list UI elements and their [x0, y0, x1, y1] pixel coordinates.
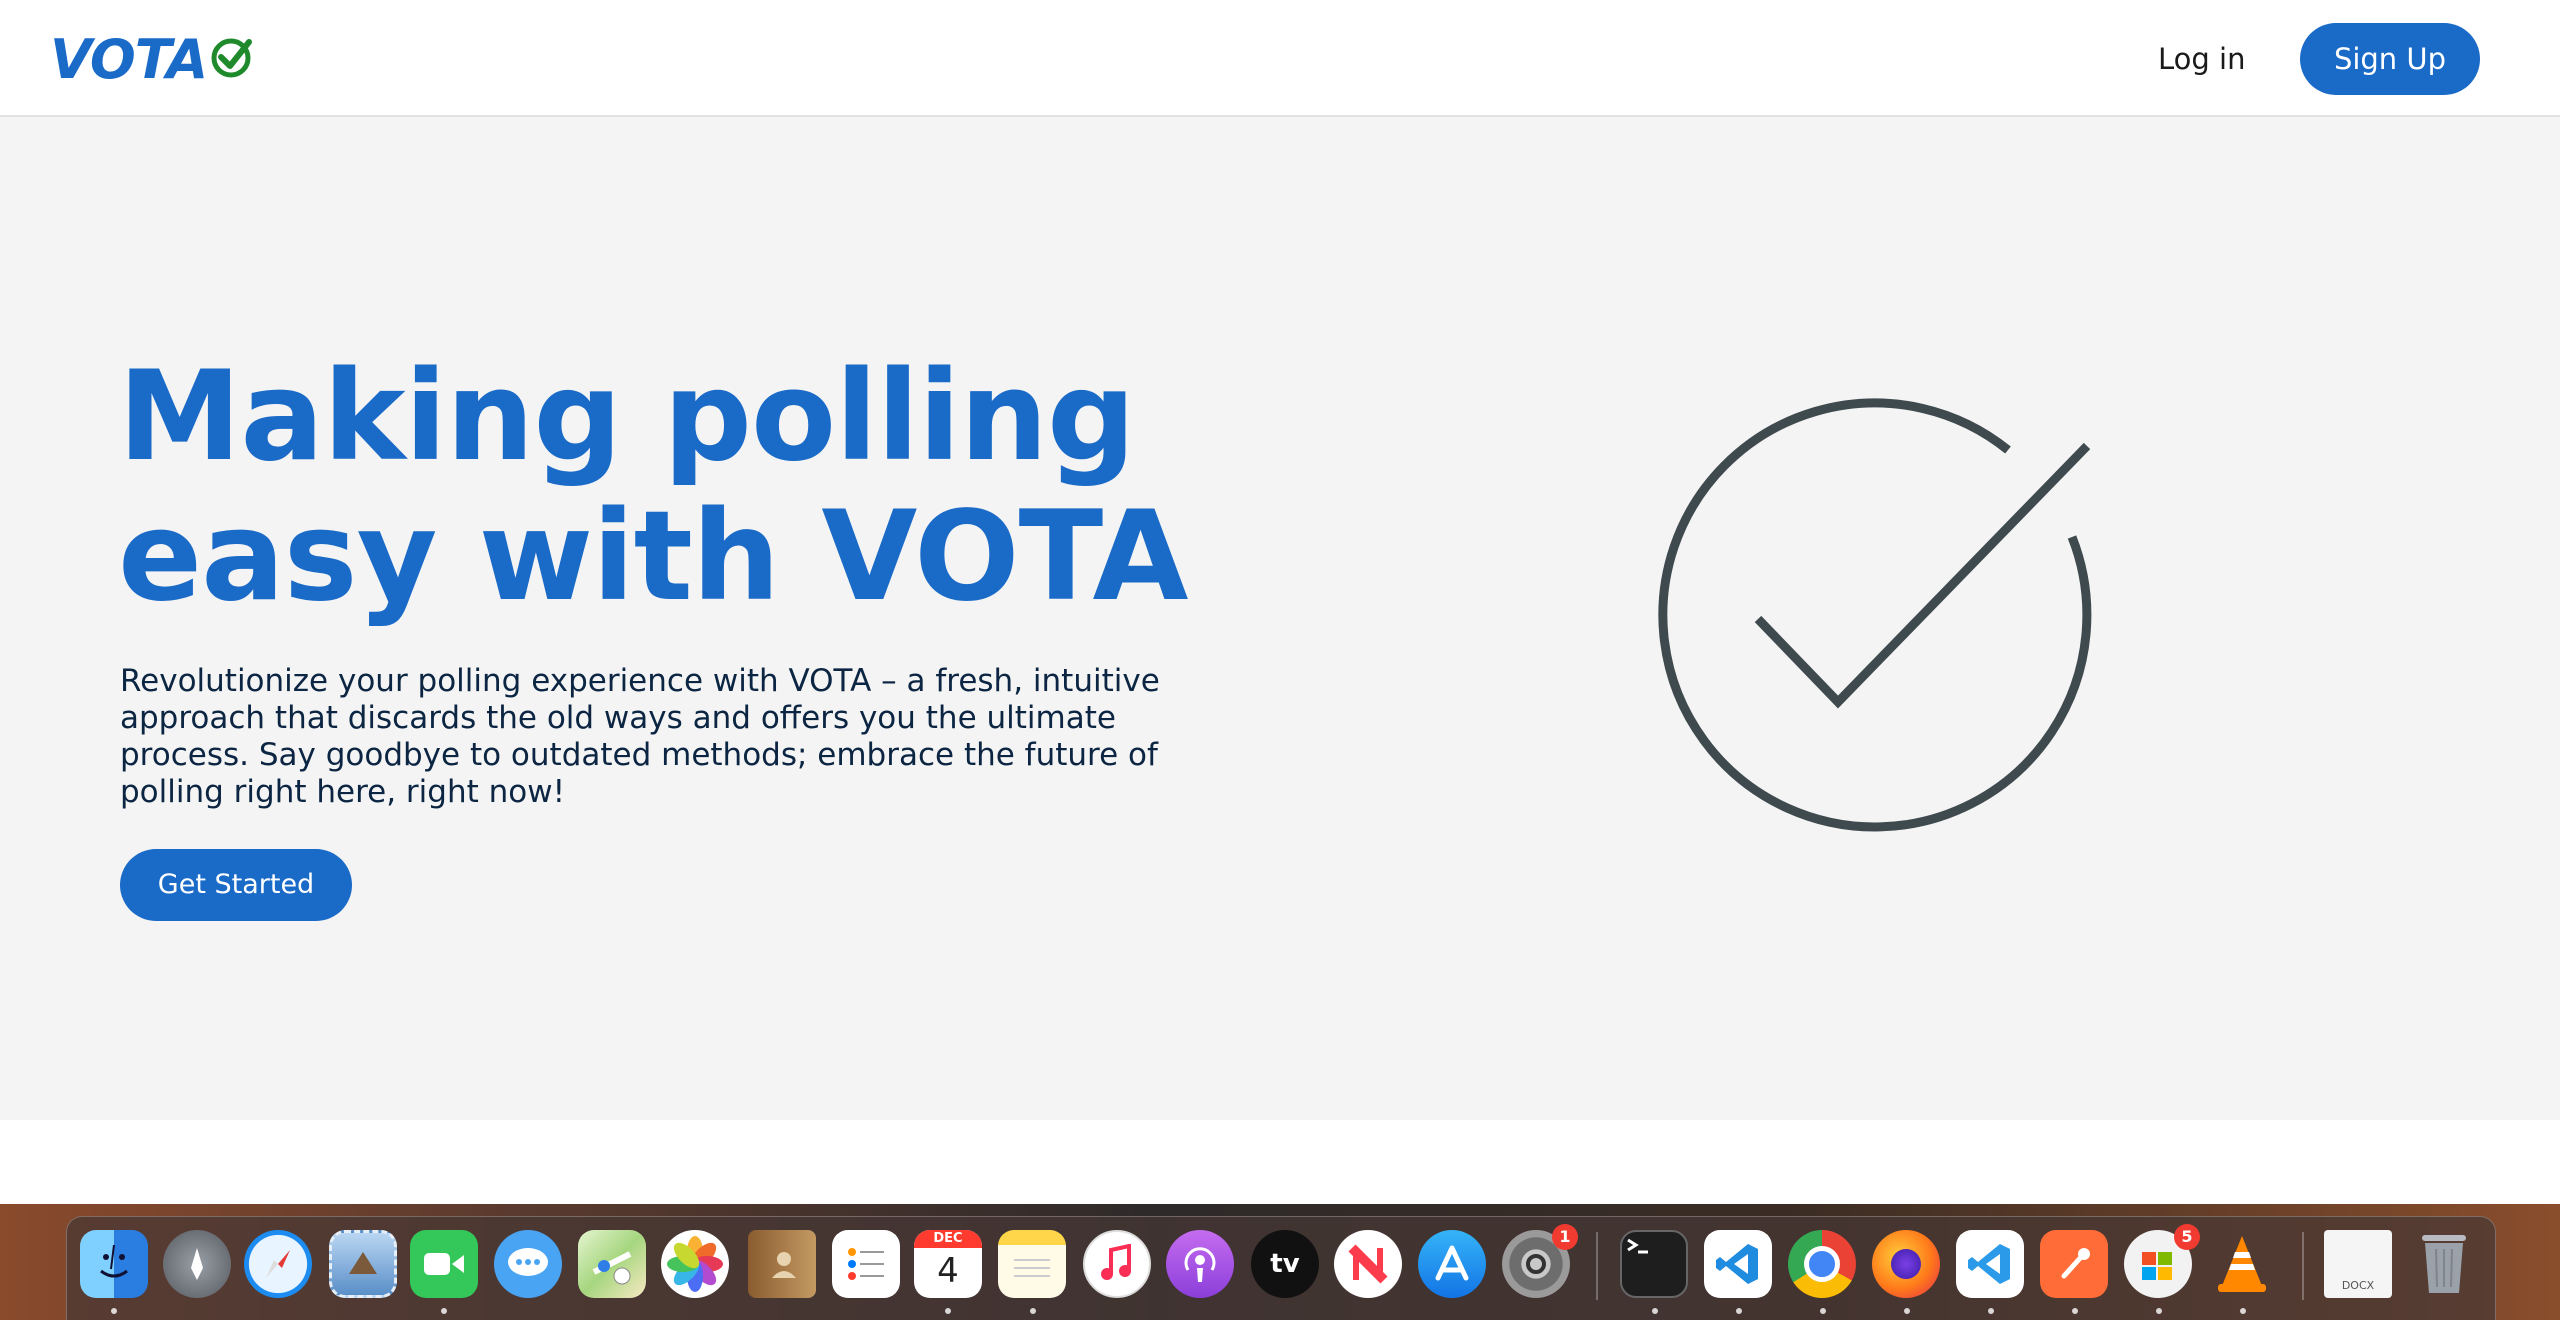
- signup-button[interactable]: Sign Up: [2300, 23, 2480, 95]
- checkmark-circle-illustration: [1658, 398, 2092, 832]
- postman-icon[interactable]: [2040, 1230, 2108, 1298]
- calendar-icon[interactable]: DEC 4: [914, 1230, 982, 1298]
- vscode-insiders-running-dot: [1988, 1308, 1994, 1314]
- microsoft-store-icon[interactable]: 5: [2124, 1224, 2200, 1298]
- dock-separator: [1596, 1232, 1598, 1300]
- logo-text: VOTA: [50, 28, 208, 91]
- vlc-running-dot: [2240, 1308, 2246, 1314]
- document-preview-icon[interactable]: DOCX: [2324, 1230, 2392, 1298]
- facetime-running-dot: [441, 1308, 447, 1314]
- site-header: VOTA Log in Sign Up: [0, 0, 2560, 117]
- notes-icon[interactable]: [998, 1230, 1066, 1298]
- vscode-running-dot: [1736, 1308, 1742, 1314]
- calendar-running-dot: [945, 1308, 951, 1314]
- vlc-icon[interactable]: [2208, 1230, 2276, 1298]
- maps-icon[interactable]: [578, 1230, 646, 1298]
- microsoft-store-badge: 5: [2174, 1224, 2200, 1250]
- news-icon[interactable]: [1334, 1230, 1402, 1298]
- terminal-running-dot: [1652, 1308, 1658, 1314]
- launchpad-icon[interactable]: [163, 1230, 231, 1298]
- finder-running-dot: [111, 1308, 117, 1314]
- calendar-day: 4: [937, 1251, 959, 1291]
- notes-running-dot: [1030, 1308, 1036, 1314]
- reminders-icon[interactable]: [832, 1230, 900, 1298]
- podcasts-icon[interactable]: [1166, 1230, 1234, 1298]
- safari-icon[interactable]: [244, 1230, 312, 1298]
- docx-label: DOCX: [2341, 1279, 2375, 1292]
- firefox-globe: [1891, 1249, 1921, 1279]
- hero-title-line-2: easy with VOTA: [118, 485, 1188, 629]
- facetime-icon[interactable]: [410, 1230, 478, 1298]
- trash-icon[interactable]: [2410, 1230, 2478, 1298]
- contacts-icon[interactable]: [748, 1230, 816, 1298]
- vota-logo[interactable]: VOTA: [50, 30, 255, 90]
- hero-title-line-1: Making polling: [118, 345, 1136, 489]
- system-settings-icon[interactable]: 1: [1502, 1224, 1578, 1298]
- apple-tv-icon[interactable]: tv: [1251, 1230, 1319, 1298]
- checkmark-circle-icon: [211, 38, 253, 78]
- firefox-running-dot: [1904, 1308, 1910, 1314]
- microsoft-store-running-dot: [2156, 1308, 2162, 1314]
- page-bottom-strip: [0, 1120, 2560, 1204]
- get-started-button[interactable]: Get Started: [120, 849, 352, 921]
- login-link[interactable]: Log in: [2158, 34, 2245, 84]
- chrome-center: [1804, 1246, 1840, 1282]
- terminal-icon[interactable]: [1620, 1230, 1688, 1298]
- mail-icon[interactable]: [329, 1230, 397, 1298]
- firefox-icon[interactable]: [1872, 1230, 1940, 1298]
- postman-running-dot: [2072, 1308, 2078, 1314]
- music-icon[interactable]: [1083, 1230, 1151, 1298]
- chrome-icon[interactable]: [1788, 1230, 1856, 1298]
- system-settings-badge: 1: [1552, 1224, 1578, 1250]
- photos-icon[interactable]: [661, 1230, 729, 1298]
- finder-icon[interactable]: [80, 1230, 148, 1298]
- hero-section: Making polling easy with VOTA Revolution…: [0, 117, 2560, 1120]
- messages-icon[interactable]: [494, 1230, 562, 1298]
- hero-description: Revolutionize your polling experience wi…: [120, 663, 1160, 810]
- calendar-month: DEC: [914, 1230, 982, 1248]
- vscode-insiders-icon[interactable]: [1956, 1230, 2024, 1298]
- vscode-icon[interactable]: [1704, 1230, 1772, 1298]
- dock-separator-2: [2302, 1232, 2304, 1300]
- chrome-running-dot: [1820, 1308, 1826, 1314]
- hero-title: Making polling easy with VOTA: [118, 347, 1418, 627]
- apple-tv-label: tv: [1270, 1249, 1300, 1279]
- app-store-icon[interactable]: [1418, 1230, 1486, 1298]
